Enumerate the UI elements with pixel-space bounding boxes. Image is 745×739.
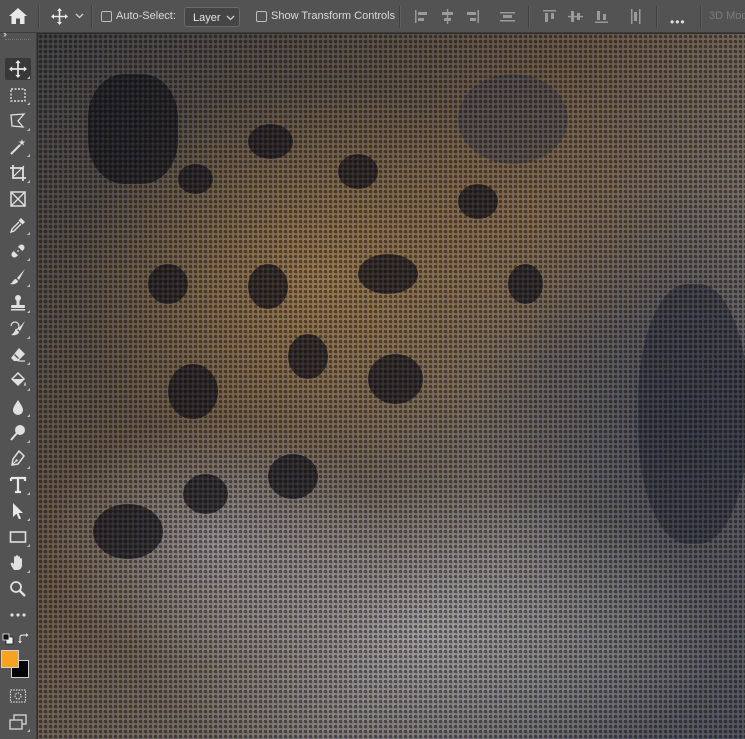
divider xyxy=(399,6,401,28)
stamp-icon xyxy=(11,295,25,311)
chevron-down-icon[interactable] xyxy=(75,12,84,20)
brush-icon xyxy=(10,269,25,285)
3d-mode-label[interactable]: 3D Mod xyxy=(709,10,745,22)
lasso-tool[interactable] xyxy=(5,110,31,132)
marquee-icon xyxy=(10,88,26,102)
screen-mode-icon xyxy=(9,714,27,730)
move-icon xyxy=(9,60,27,78)
frame-icon xyxy=(10,191,26,207)
layer-select-value: Layer xyxy=(193,12,221,24)
align-horizontal-center-icon[interactable] xyxy=(440,9,455,24)
crop-icon xyxy=(10,165,26,181)
auto-select-checkbox[interactable] xyxy=(101,11,112,22)
show-transform-controls-label: Show Transform Controls xyxy=(271,10,396,22)
zoom-tool[interactable] xyxy=(5,578,31,600)
zoom-icon xyxy=(10,581,26,597)
align-vertical-distribute-icon[interactable] xyxy=(628,9,643,24)
chevron-down-icon xyxy=(226,15,235,21)
align-top-icon[interactable] xyxy=(542,9,557,24)
halftone-dot-pattern xyxy=(38,34,745,739)
default-colors-icon[interactable] xyxy=(2,633,14,645)
home-icon[interactable] xyxy=(8,7,28,25)
eraser-tool[interactable] xyxy=(5,344,31,366)
dodge-tool[interactable] xyxy=(5,422,31,444)
more-options-button[interactable]: ••• xyxy=(670,15,686,29)
screen-mode-button[interactable] xyxy=(5,711,31,733)
type-tool[interactable] xyxy=(5,474,31,496)
align-bottom-icon[interactable] xyxy=(594,9,609,24)
hand-icon xyxy=(10,555,22,570)
eraser-icon xyxy=(11,348,25,362)
drop-icon xyxy=(13,400,23,415)
ellipsis-icon xyxy=(10,613,26,617)
options-bar: Auto-Select: Layer Show Transform Contro… xyxy=(0,0,745,33)
eyedropper-icon xyxy=(9,218,25,234)
move-tool[interactable] xyxy=(5,58,31,80)
align-horizontal-distribute-icon[interactable] xyxy=(500,9,515,24)
auto-select-label: Auto-Select: xyxy=(116,10,176,22)
move-tool-preset-icon[interactable] xyxy=(51,8,68,25)
align-vertical-center-icon[interactable] xyxy=(568,9,583,24)
dodge-icon xyxy=(10,425,25,441)
paint-bucket-tool[interactable] xyxy=(5,370,31,392)
collapse-panel-button[interactable]: ›› xyxy=(3,29,7,39)
foreground-color-swatch[interactable] xyxy=(1,650,19,668)
pen-icon xyxy=(11,450,25,466)
divider xyxy=(38,6,40,28)
divider xyxy=(528,6,530,28)
magic-wand-tool[interactable] xyxy=(5,136,31,158)
layer-select[interactable]: Layer xyxy=(184,7,240,27)
type-icon xyxy=(9,476,27,494)
history-brush-icon xyxy=(10,321,25,336)
magic-wand-icon xyxy=(10,139,26,155)
paint-bucket-icon xyxy=(10,372,26,387)
arrow-icon xyxy=(13,503,23,520)
eyedropper-tool[interactable] xyxy=(5,214,31,236)
swap-colors-icon[interactable] xyxy=(18,633,30,645)
crop-tool[interactable] xyxy=(5,162,31,184)
clone-stamp-tool[interactable] xyxy=(5,292,31,314)
align-left-icon[interactable] xyxy=(414,9,429,24)
document-canvas[interactable] xyxy=(37,33,745,739)
rectangle-icon xyxy=(9,531,27,543)
history-brush-tool[interactable] xyxy=(5,318,31,340)
healing-brush-tool[interactable] xyxy=(5,240,31,262)
tools-panel: ›› xyxy=(0,29,37,739)
blur-tool[interactable] xyxy=(5,396,31,418)
path-selection-tool[interactable] xyxy=(5,500,31,522)
align-right-icon[interactable] xyxy=(465,9,480,24)
hand-tool[interactable] xyxy=(5,552,31,574)
quick-mask-icon xyxy=(9,689,27,703)
divider xyxy=(700,6,702,28)
panel-grip[interactable] xyxy=(5,39,31,42)
bandage-icon xyxy=(11,244,25,258)
edit-toolbar-button[interactable] xyxy=(5,604,31,626)
frame-tool[interactable] xyxy=(5,188,31,210)
brush-tool[interactable] xyxy=(5,266,31,288)
show-transform-controls-checkbox[interactable] xyxy=(256,11,267,22)
pen-tool[interactable] xyxy=(5,448,31,470)
rectangle-tool[interactable] xyxy=(5,526,31,548)
rectangular-marquee-tool[interactable] xyxy=(5,84,31,106)
divider xyxy=(656,6,658,28)
divider xyxy=(91,6,93,28)
polygonal-lasso-icon xyxy=(10,113,26,128)
quick-mask-button[interactable] xyxy=(5,685,31,707)
